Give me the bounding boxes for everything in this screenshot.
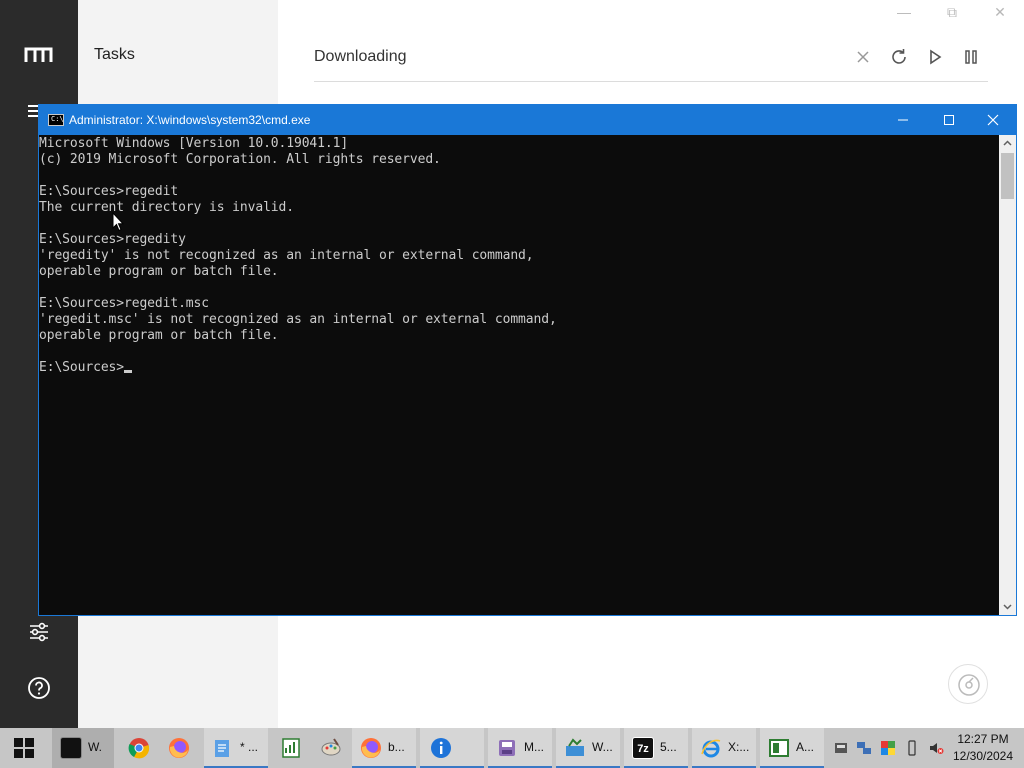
taskbar-item-installer[interactable]: W... xyxy=(556,728,620,768)
taskbar-item-app[interactable]: A... xyxy=(760,728,824,768)
tray-drive-icon[interactable] xyxy=(833,740,849,756)
taskbar-item-ie[interactable]: X:... xyxy=(692,728,756,768)
cmd-vertical-scrollbar[interactable] xyxy=(999,135,1016,615)
taskbar-clock[interactable]: 12:27 PM 12/30/2024 xyxy=(948,731,1018,765)
play-icon[interactable] xyxy=(924,46,946,68)
info-icon xyxy=(431,738,451,758)
cmd-maximize-button[interactable] xyxy=(926,105,972,135)
notepad-icon xyxy=(215,740,229,757)
pause-icon[interactable] xyxy=(960,46,982,68)
help-icon[interactable] xyxy=(27,676,51,700)
clock-date: 12/30/2024 xyxy=(952,749,1014,763)
scroll-thumb[interactable] xyxy=(1001,153,1014,199)
console-line: The current directory is invalid. xyxy=(39,200,294,215)
ie-icon xyxy=(701,739,721,758)
settings-sliders-icon[interactable] xyxy=(27,620,51,644)
paint-icon xyxy=(321,738,341,756)
clock-time: 12:27 PM xyxy=(957,732,1009,746)
taskbar-item-firefox-window[interactable]: b... xyxy=(352,728,416,768)
tray-usb-icon[interactable] xyxy=(904,740,920,756)
cmd-console-output[interactable]: Microsoft Windows [Version 10.0.19041.1]… xyxy=(39,135,999,615)
cmd-titlebar[interactable]: C:\ Administrator: X:\windows\system32\c… xyxy=(39,105,1016,135)
refresh-icon[interactable] xyxy=(888,46,910,68)
taskbar-item-info[interactable] xyxy=(420,728,484,768)
console-line: Microsoft Windows [Version 10.0.19041.1] xyxy=(39,136,349,151)
windows-logo-icon xyxy=(14,738,34,758)
cmd-icon xyxy=(60,737,82,759)
taskbar: W. * ... b... M... W... 7z 5... X:... A.… xyxy=(0,728,1024,768)
taskbar-item-notepad[interactable]: * ... xyxy=(204,728,268,768)
installer-icon xyxy=(566,738,584,756)
downloading-header: Downloading xyxy=(314,44,988,82)
speed-fab-button[interactable] xyxy=(948,664,988,704)
firefox-icon xyxy=(361,738,381,758)
console-line: E:\Sources>regedit.msc xyxy=(39,296,209,311)
disk-icon xyxy=(499,740,515,756)
app-close-button[interactable]: ✕ xyxy=(988,4,1012,24)
console-line: E:\Sources>regedit xyxy=(39,184,179,199)
taskbar-item-chrome[interactable] xyxy=(120,728,158,768)
cmd-close-button[interactable] xyxy=(970,105,1016,135)
mouse-pointer-icon xyxy=(112,212,124,232)
taskbar-item-paint[interactable] xyxy=(312,728,350,768)
taskbar-item-cmd[interactable]: W. xyxy=(52,728,114,768)
tray-network-icon[interactable] xyxy=(856,740,872,756)
app-maximize-button[interactable]: ⧉ xyxy=(940,4,964,24)
console-line: operable program or batch file. xyxy=(39,328,279,343)
taskbar-item-7zip[interactable]: 7z 5... xyxy=(624,728,688,768)
close-icon xyxy=(987,114,999,126)
scroll-down-arrow-icon[interactable] xyxy=(1002,601,1013,612)
downloading-title: Downloading xyxy=(314,48,407,65)
cmd-window[interactable]: C:\ Administrator: X:\windows\system32\c… xyxy=(38,104,1017,616)
tasks-title: Tasks xyxy=(94,46,135,63)
app-icon xyxy=(769,739,789,757)
cmd-window-icon[interactable]: C:\ xyxy=(48,114,64,126)
speed-gauge-icon xyxy=(958,674,980,696)
tray-color-icon[interactable] xyxy=(880,740,896,756)
app-logo-icon[interactable] xyxy=(24,46,54,64)
console-line: 'regedity' is not recognized as an inter… xyxy=(39,248,534,263)
taskbar-item-chart-app[interactable] xyxy=(272,728,308,768)
taskbar-item-disk[interactable]: M... xyxy=(488,728,552,768)
maximize-icon xyxy=(944,115,954,125)
scroll-up-arrow-icon[interactable] xyxy=(1002,138,1013,149)
chart-app-icon xyxy=(282,738,300,758)
firefox-icon xyxy=(169,738,189,758)
chrome-icon xyxy=(128,738,150,759)
cmd-minimize-button[interactable] xyxy=(880,105,926,135)
minimize-icon xyxy=(898,119,908,121)
console-prompt-line[interactable]: E:\Sources> xyxy=(39,360,999,376)
volume-muted-icon[interactable] xyxy=(928,740,944,756)
console-prompt: E:\Sources> xyxy=(39,360,124,375)
app-minimize-button[interactable]: — xyxy=(892,4,916,24)
taskbar-item-firefox[interactable] xyxy=(160,728,200,768)
console-line: 'regedit.msc' is not recognized as an in… xyxy=(39,312,557,327)
console-line: operable program or batch file. xyxy=(39,264,279,279)
console-line: (c) 2019 Microsoft Corporation. All righ… xyxy=(39,152,441,167)
7zip-icon: 7z xyxy=(632,737,654,759)
console-line: E:\Sources>regedity xyxy=(39,232,186,247)
cmd-window-title: Administrator: X:\windows\system32\cmd.e… xyxy=(69,113,311,127)
start-button[interactable] xyxy=(0,728,48,768)
text-cursor xyxy=(124,370,132,373)
clear-x-icon[interactable] xyxy=(852,46,874,68)
